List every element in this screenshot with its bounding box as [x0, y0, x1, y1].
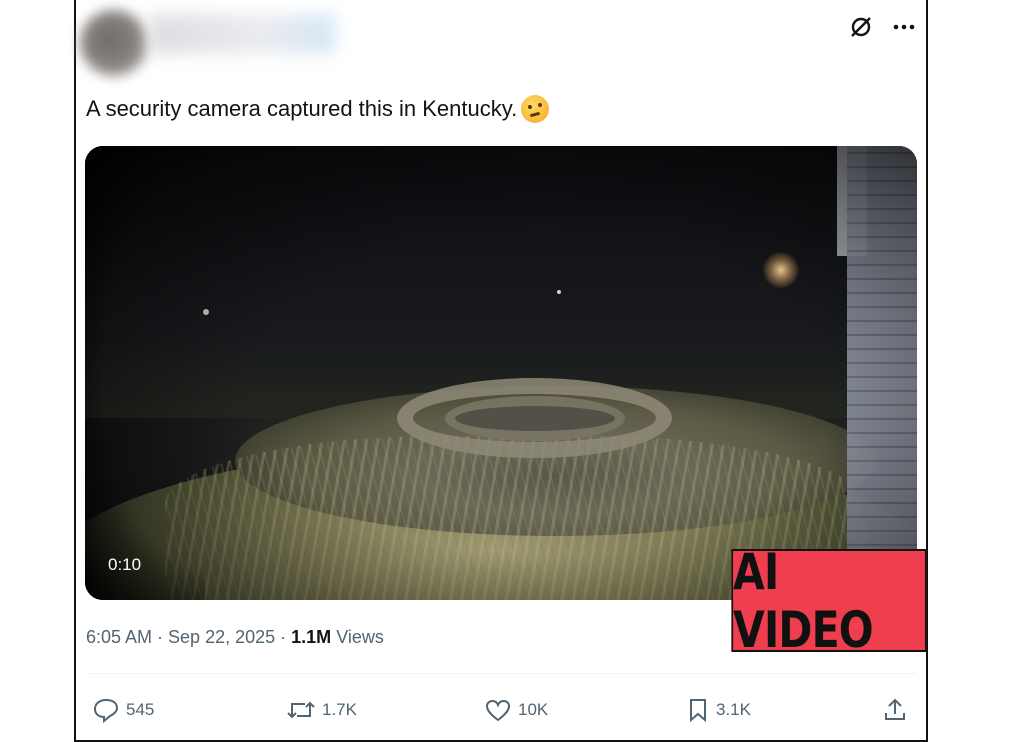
- reply-icon: [92, 697, 120, 723]
- grok-icon[interactable]: [848, 14, 874, 40]
- post-text: A security camera captured this in Kentu…: [86, 96, 518, 121]
- post-text-row: A security camera captured this in Kentu…: [86, 95, 550, 123]
- video-player[interactable]: [85, 146, 917, 600]
- repost-count: 1.7K: [322, 700, 357, 719]
- action-bar: 545 1.7K 10K 3.1K: [92, 697, 912, 727]
- reply-button[interactable]: 545: [92, 697, 154, 723]
- like-button[interactable]: 10K: [484, 697, 548, 723]
- thinking-face-icon: [521, 95, 550, 123]
- video-duration: 0:10: [108, 555, 142, 574]
- divider: [86, 673, 916, 674]
- bookmark-button[interactable]: 3.1K: [686, 697, 751, 723]
- ai-video-label: AI VIDEO: [731, 543, 927, 659]
- post-top-actions: [848, 14, 916, 40]
- video-vignette: [85, 146, 917, 600]
- meta-separator: ·: [275, 627, 292, 647]
- blurred-avatar: [80, 10, 148, 76]
- share-button[interactable]: [882, 697, 908, 723]
- like-count: 10K: [518, 700, 549, 719]
- bookmark-icon: [686, 697, 710, 723]
- blurred-username: [150, 14, 335, 54]
- like-icon: [484, 697, 512, 723]
- post-meta: 6:05 AM · Sep 22, 2025 · 1.1M Views: [86, 627, 384, 648]
- share-icon: [882, 697, 908, 723]
- reply-count: 545: [126, 700, 155, 719]
- bookmark-count: 3.1K: [716, 700, 751, 719]
- repost-button[interactable]: 1.7K: [286, 697, 357, 723]
- post-timestamp[interactable]: 6:05 AM · Sep 22, 2025: [86, 627, 275, 647]
- more-icon[interactable]: [892, 23, 916, 31]
- repost-icon: [286, 697, 316, 723]
- views-label: Views: [336, 627, 384, 647]
- views-count: 1.1M: [291, 627, 332, 647]
